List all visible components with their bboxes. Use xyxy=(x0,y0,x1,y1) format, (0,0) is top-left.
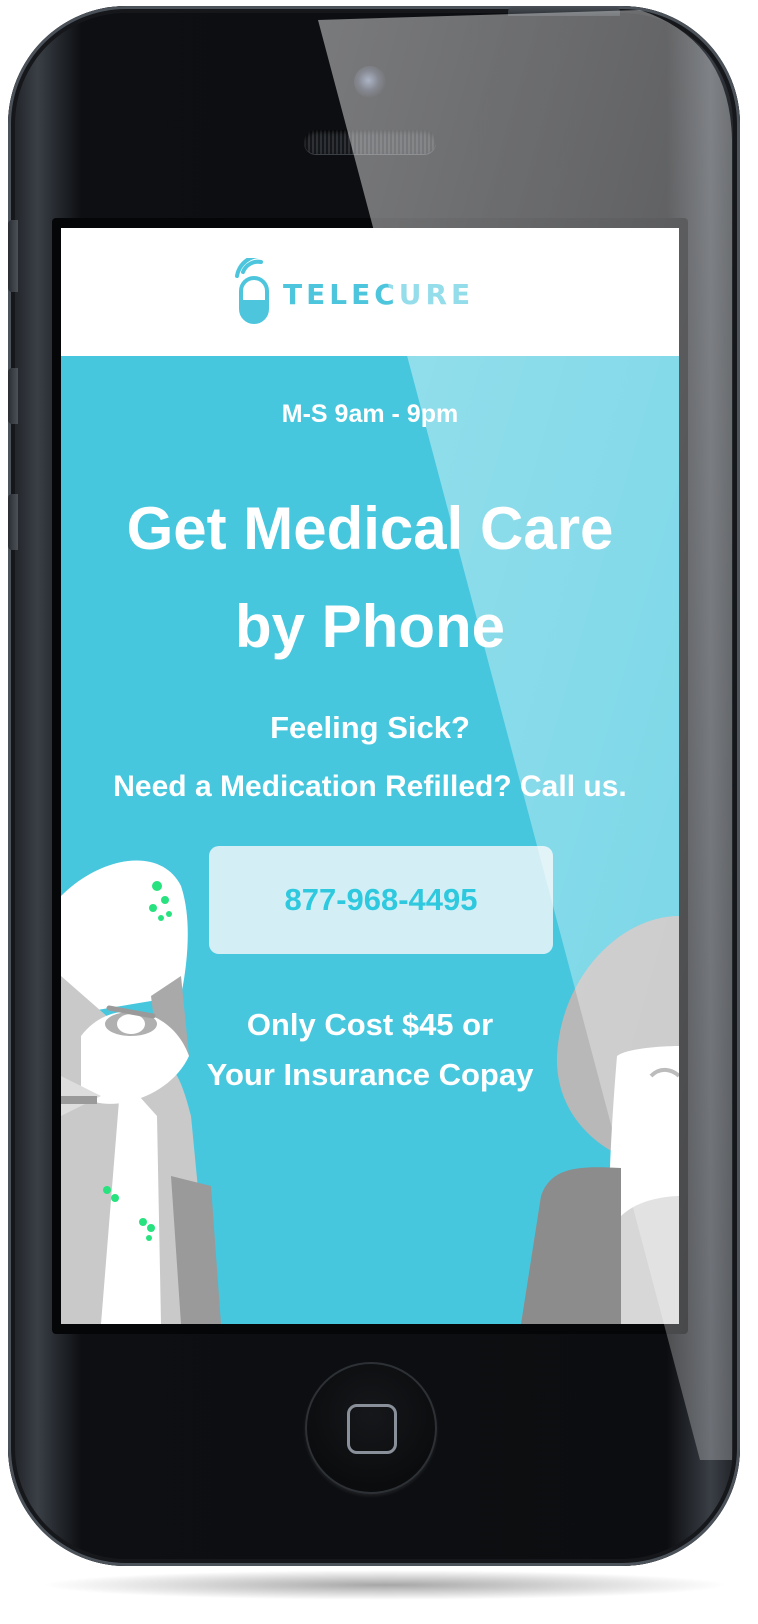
site-header: TELECURE xyxy=(61,228,679,356)
subheading-refill: Need a Medication Refilled? Call us. xyxy=(113,770,627,803)
page-title: Get Medical Care by Phone xyxy=(81,480,659,676)
price-line-2: Your Insurance Copay xyxy=(206,1057,534,1092)
call-phone-button[interactable]: 877-968-4495 xyxy=(209,846,553,954)
price-line-1: Only Cost $45 or xyxy=(246,1007,494,1042)
power-button xyxy=(508,6,620,16)
volume-down-button xyxy=(8,494,18,550)
brand-logo[interactable]: TELECURE xyxy=(235,258,505,328)
headline-line-1: Get Medical Care xyxy=(126,495,614,562)
doctor-person-illustration xyxy=(521,916,679,1324)
hero-section: M-S 9am - 9pm Get Medical Care by Phone … xyxy=(61,356,679,1324)
home-square-icon xyxy=(347,1404,397,1454)
price-info: Only Cost $45 or Your Insurance Copay xyxy=(61,1000,679,1100)
earpiece-speaker xyxy=(304,130,436,154)
mockup-stage: TELECURE M-S 9am - 9pm Get Medical Care … xyxy=(0,0,758,1624)
pill-with-signal-icon xyxy=(235,258,269,324)
mute-switch xyxy=(8,220,18,292)
device-shadow xyxy=(40,1570,730,1600)
front-camera xyxy=(354,66,386,98)
brand-name: TELECURE xyxy=(283,278,475,311)
volume-up-button xyxy=(8,368,18,424)
headline-line-2: by Phone xyxy=(234,593,506,660)
phone-screen: TELECURE M-S 9am - 9pm Get Medical Care … xyxy=(61,228,679,1324)
subheading-feeling-sick: Feeling Sick? xyxy=(270,710,470,745)
home-button[interactable] xyxy=(305,1362,437,1494)
business-hours: M-S 9am - 9pm xyxy=(281,400,459,428)
